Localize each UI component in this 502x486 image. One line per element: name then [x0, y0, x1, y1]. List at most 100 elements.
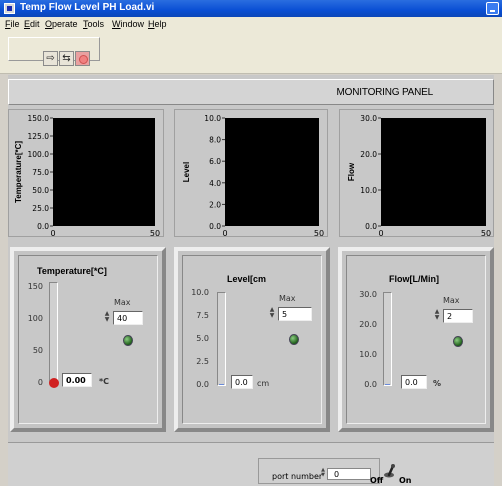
- flow-gauge-inner: Flow[L/Min] 30.0 20.0 10.0 0.0 0.0 % Max…: [346, 255, 486, 424]
- footer-bar: [8, 442, 494, 486]
- flow-gauge-panel: Flow[L/Min] 30.0 20.0 10.0 0.0 0.0 % Max…: [338, 247, 494, 432]
- level-chart-ytick-3: 4.0: [209, 179, 221, 188]
- level-max-spinner[interactable]: ▲ ▼: [268, 307, 276, 321]
- level-chart: Level 10.0 8.0 6.0 4.0 2.0 0.0 0 50: [174, 109, 328, 238]
- level-max-input[interactable]: 5: [278, 307, 312, 321]
- title-bar: Temp Flow Level PH Load.vi: [0, 0, 502, 17]
- flow-chart-ytick-2: 10.0: [360, 186, 377, 195]
- level-chart-ytick-0: 10.0: [204, 114, 221, 123]
- temperature-chart-xtick-0: 0: [50, 229, 55, 238]
- level-chart-xtick-50: 50: [314, 229, 324, 238]
- temperature-chart-ylabel: Temperature[*C]: [14, 141, 23, 203]
- header-bar: MONITORING PANEL: [8, 79, 494, 105]
- flow-chart-svg: Flow 30.0 20.0 10.0 0.0 0 50: [347, 114, 491, 238]
- flow-tick-0: 0.0: [364, 380, 377, 389]
- level-chart-ylabel: Level: [182, 162, 191, 182]
- thermometer-track: [49, 282, 58, 382]
- temperature-chart-ytick-4: 50.0: [32, 186, 49, 195]
- level-gauge-panel: Level[cm 10.0 7.5 5.0 2.5 0.0 0.0 cm Max…: [174, 247, 330, 432]
- thermometer-bulb-icon: [49, 378, 59, 388]
- level-gauge-title: Level[cm: [227, 274, 267, 284]
- temperature-gauge-inner: Temperature[*C] 150 100 50 0 0.00 *C Max…: [18, 255, 158, 424]
- level-tick-7-5: 7.5: [196, 311, 209, 320]
- flow-chart: Flow 30.0 20.0 10.0 0.0 0 50: [339, 109, 494, 238]
- temperature-chart-ytick-1: 125.0: [28, 132, 50, 141]
- level-tick-10: 10.0: [191, 288, 209, 297]
- flow-plot-area: [381, 118, 486, 226]
- labview-icon: [4, 3, 15, 14]
- temperature-tick-0: 0: [37, 378, 43, 387]
- menu-operate[interactable]: Operate: [45, 19, 78, 29]
- temperature-chart-ytick-3: 75.0: [32, 168, 49, 177]
- temperature-chart-svg: Temperature[*C] 150.0 125.0 100.0 75.0 50.0 2…: [14, 114, 160, 238]
- front-panel: MONITORING PANEL Temperature[*C] 150.0 12…: [8, 75, 494, 486]
- temperature-max-label: Max: [114, 298, 131, 307]
- temperature-chart-ytick-0: 150.0: [28, 114, 50, 123]
- level-plot-area: [225, 118, 319, 226]
- run-arrow-icon[interactable]: ⇨: [43, 51, 58, 66]
- flow-tick-30: 30.0: [359, 290, 377, 299]
- flow-value: 0.0: [401, 375, 427, 389]
- menu-edit[interactable]: Edit: [24, 19, 40, 29]
- flow-tick-20: 20.0: [359, 320, 377, 329]
- flow-chart-xtick-50: 50: [481, 229, 491, 238]
- abort-icon[interactable]: [75, 51, 90, 66]
- temperature-value: 0.00: [62, 373, 92, 387]
- temperature-alarm-led: [123, 335, 133, 346]
- level-tank-track: [217, 292, 226, 386]
- temperature-unit: *C: [99, 377, 110, 386]
- flow-max-input[interactable]: 2: [443, 309, 473, 323]
- flow-gauge-title: Flow[L/Min]: [389, 274, 439, 284]
- temperature-max-input[interactable]: 40: [113, 311, 143, 325]
- port-number-input[interactable]: 0: [327, 468, 371, 480]
- switch-on-label: On: [399, 476, 412, 485]
- level-chart-ytick-4: 2.0: [209, 200, 221, 209]
- temperature-chart-xtick-50: 50: [150, 229, 160, 238]
- menu-file[interactable]: File: [5, 19, 20, 29]
- flow-tick-10: 10.0: [359, 350, 377, 359]
- run-continuously-icon[interactable]: ⇆: [59, 51, 74, 66]
- flow-chart-ytick-0: 30.0: [360, 114, 377, 123]
- flow-chart-ytick-1: 20.0: [360, 150, 377, 159]
- flow-chart-xtick-0: 0: [378, 229, 383, 238]
- level-alarm-led: [289, 334, 299, 345]
- flow-tank-fill: [385, 384, 390, 385]
- level-gauge-inner: Level[cm 10.0 7.5 5.0 2.5 0.0 0.0 cm Max…: [182, 255, 322, 424]
- level-tick-5: 5.0: [196, 334, 209, 343]
- flow-max-spinner[interactable]: ▲ ▼: [433, 309, 441, 323]
- temperature-plot-area: [53, 118, 155, 226]
- level-chart-svg: Level 10.0 8.0 6.0 4.0 2.0 0.0 0 50: [182, 114, 324, 238]
- level-chart-ytick-2: 6.0: [209, 157, 221, 166]
- flow-tank-track: [383, 292, 392, 386]
- temperature-gauge-panel: Temperature[*C] 150 100 50 0 0.00 *C Max…: [10, 247, 166, 432]
- level-chart-xtick-0: 0: [222, 229, 227, 238]
- flow-unit: %: [433, 379, 442, 388]
- temperature-tick-150: 150: [27, 282, 43, 291]
- temperature-chart-ytick-2: 100.0: [28, 150, 50, 159]
- temperature-chart: Temperature[*C] 150.0 125.0 100.0 75.0 50.0 2…: [8, 109, 164, 238]
- port-number-spinner[interactable]: ▲ ▼: [319, 468, 327, 480]
- level-value: 0.0: [231, 375, 253, 389]
- menu-window[interactable]: Window: [112, 19, 144, 29]
- flow-chart-ytick-3: 0.0: [365, 222, 377, 231]
- level-chart-ytick-1: 8.0: [209, 136, 221, 145]
- level-tick-0: 0.0: [196, 380, 209, 389]
- menu-help[interactable]: Help: [148, 19, 167, 29]
- temperature-tick-50: 50: [32, 346, 43, 355]
- menu-bar: File Edit Operate Tools Window Help: [0, 17, 502, 32]
- temperature-chart-ytick-5: 25.0: [32, 204, 49, 213]
- toggle-switch-icon[interactable]: [382, 464, 396, 478]
- level-unit: cm: [257, 379, 270, 388]
- level-tick-2-5: 2.5: [196, 357, 209, 366]
- flow-chart-ylabel: Flow: [347, 162, 356, 181]
- toolbar: ⇨ ⇆: [0, 32, 502, 74]
- level-tank-fill: [219, 384, 224, 385]
- window-title: Temp Flow Level PH Load.vi: [20, 2, 155, 13]
- flow-max-label: Max: [443, 296, 460, 305]
- temperature-max-spinner[interactable]: ▲ ▼: [103, 311, 111, 325]
- temperature-gauge-title: Temperature[*C]: [37, 266, 107, 276]
- menu-tools[interactable]: Tools: [83, 19, 104, 29]
- minimize-icon[interactable]: [486, 2, 499, 15]
- flow-alarm-led: [453, 336, 463, 347]
- temperature-chart-ytick-6: 0.0: [37, 222, 49, 231]
